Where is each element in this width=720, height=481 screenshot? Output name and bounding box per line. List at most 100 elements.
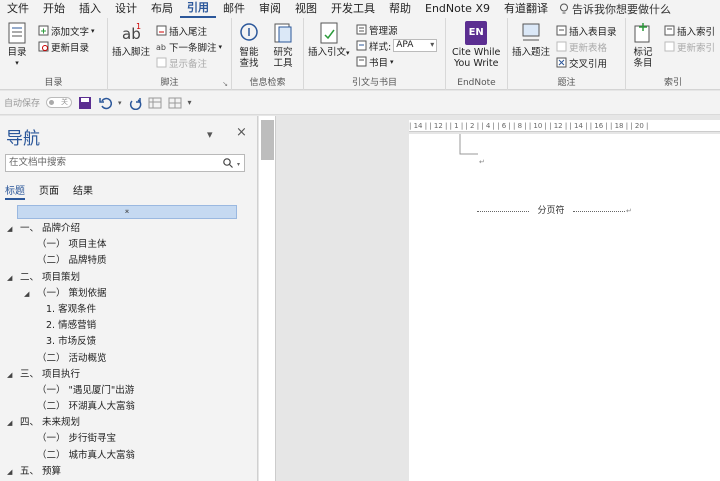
- horizontal-ruler: | 14 | | 12 | | 1 | | 2 | | 4 | | 6 | | …: [409, 120, 720, 132]
- group-label-footnotes: 脚注: [160, 78, 179, 88]
- next-footnote-button[interactable]: ab 下一条脚注 ▾: [156, 40, 222, 54]
- outline-item[interactable]: 1. 客观条件: [0, 302, 257, 318]
- outline-item[interactable]: ◢ 四、 未来规划: [0, 415, 257, 431]
- group-label-endnote: EndNote: [457, 78, 496, 88]
- smart-lookup-button[interactable]: 智能 查找: [238, 21, 260, 69]
- outline-item-label: 二、 项目策划: [20, 271, 81, 283]
- outline-item[interactable]: （二） 城市真人大富翁: [0, 448, 257, 464]
- mark-entry-button[interactable]: 标记 条目: [632, 21, 654, 69]
- tab-9[interactable]: 开发工具: [324, 0, 382, 18]
- toc-button[interactable]: 目录 ▾: [6, 21, 28, 69]
- redo-icon[interactable]: [128, 96, 142, 110]
- outline-item[interactable]: 2. 情感营销: [0, 318, 257, 334]
- outline-item-label: 一、 品牌介绍: [20, 223, 81, 234]
- insert-index-button[interactable]: 插入索引: [664, 24, 715, 38]
- expand-triangle-icon[interactable]: ◢: [7, 415, 12, 431]
- tab-0[interactable]: 文件: [0, 0, 36, 18]
- outline-item[interactable]: （一） 步行街寻宝: [0, 431, 257, 447]
- insert-citation-button[interactable]: 插入引文▾: [308, 21, 350, 59]
- outline-item[interactable]: ◢ 二、 项目策划: [0, 270, 257, 286]
- heading-outline: ◢ 一、 品牌介绍 （一） 项目主体 （二） 品牌特质 ◢ 二、 项目策划 ◢ （一） 策划依…: [0, 221, 257, 480]
- tab-10[interactable]: 帮助: [382, 0, 418, 18]
- update-toc-button[interactable]: 更新目录: [38, 40, 89, 54]
- customize-toolbar-icon[interactable]: ▾: [188, 98, 192, 107]
- show-notes-icon: [156, 57, 167, 68]
- undo-icon[interactable]: [98, 96, 113, 110]
- tab-12[interactable]: 有道翻译: [497, 0, 555, 18]
- nav-tab-headings[interactable]: 标题: [5, 182, 25, 200]
- tab-2[interactable]: 插入: [72, 0, 108, 18]
- document-area: | 14 | | 12 | | 1 | | 2 | | 4 | | 6 | | …: [259, 116, 720, 481]
- group-label-index: 索引: [663, 78, 682, 88]
- selected-heading[interactable]: ⌅: [17, 205, 237, 219]
- update-index-button[interactable]: 更新索引: [664, 40, 715, 54]
- expand-triangle-icon[interactable]: ◢: [7, 464, 12, 480]
- tab-3[interactable]: 设计: [108, 0, 144, 18]
- vertical-ruler: [259, 116, 276, 481]
- nav-options-icon[interactable]: ▾: [207, 128, 213, 141]
- insert-endnote-button[interactable]: 插入尾注: [156, 24, 207, 38]
- outline-item[interactable]: （二） 活动概览: [0, 351, 257, 367]
- group-captions: 插入题注 插入表目录 更新表格 交叉引用 题注: [508, 18, 626, 90]
- bibliography-button[interactable]: 书目 ▾: [356, 55, 394, 69]
- update-table-button[interactable]: 更新表格: [556, 40, 607, 54]
- outline-item[interactable]: （一） 项目主体: [0, 237, 257, 253]
- tab-11[interactable]: EndNote X9: [418, 0, 497, 18]
- cite-while-you-write-button[interactable]: EN Cite While You Write: [452, 21, 500, 69]
- mark-entry-icon: [634, 23, 650, 43]
- nav-tab-pages[interactable]: 页面: [39, 182, 59, 200]
- outline-item-label: 五、 预算: [20, 465, 62, 477]
- tab-6[interactable]: 邮件: [216, 0, 252, 18]
- document-page[interactable]: ↵ 分页符 ↵: [409, 134, 720, 481]
- nav-tab-results[interactable]: 结果: [73, 182, 93, 200]
- nav-tabs: 标题 页面 结果: [5, 182, 93, 200]
- insert-caption-button[interactable]: 插入题注: [512, 21, 550, 58]
- tab-1[interactable]: 开始: [36, 0, 72, 18]
- manage-sources-button[interactable]: 管理源: [356, 23, 398, 37]
- expand-triangle-icon[interactable]: ◢: [7, 270, 12, 286]
- outline-item[interactable]: ◢ 五、 预算: [0, 464, 257, 480]
- show-notes-button[interactable]: 显示备注: [156, 56, 207, 70]
- outline-item[interactable]: ◢ 三、 项目执行: [0, 367, 257, 383]
- tab-8[interactable]: 视图: [288, 0, 324, 18]
- expand-triangle-icon[interactable]: ◢: [7, 221, 12, 237]
- quick-access-toolbar: 自动保存 关 ▾ ▾: [0, 91, 720, 115]
- outline-item[interactable]: ◢ （一） 策划依据: [0, 286, 257, 302]
- save-icon[interactable]: [78, 96, 92, 110]
- table-icon[interactable]: [148, 96, 162, 110]
- expand-triangle-icon[interactable]: ◢: [7, 367, 12, 383]
- undo-dropdown-icon[interactable]: ▾: [118, 99, 122, 107]
- group-endnote: EN Cite While You Write EndNote: [446, 18, 508, 90]
- navigation-pane: 导航 ▾ × 在文档中搜索 ▾ 标题 页面 结果 ⌅ ◢ 一、 品牌介绍 （一） 项…: [0, 116, 258, 481]
- cross-reference-button[interactable]: 交叉引用: [556, 56, 607, 70]
- outline-item[interactable]: （一） "遇见厦门"出游: [0, 383, 257, 399]
- expand-triangle-icon[interactable]: ◢: [24, 286, 29, 302]
- style-dropdown[interactable]: APA: [393, 39, 438, 52]
- close-icon[interactable]: ×: [236, 125, 247, 140]
- smart-lookup-icon: [240, 23, 258, 41]
- researcher-button[interactable]: 研究 工具: [272, 21, 294, 69]
- grid-icon[interactable]: [168, 96, 182, 110]
- researcher-icon: [274, 23, 292, 43]
- search-input[interactable]: 在文档中搜索 ▾: [5, 154, 245, 172]
- svg-text:ab: ab: [156, 43, 166, 52]
- outline-item[interactable]: ◢ 一、 品牌介绍: [0, 221, 257, 237]
- collapse-icon[interactable]: ⌅: [124, 206, 131, 215]
- dialog-launcher-icon[interactable]: ↘: [222, 80, 228, 88]
- add-text-button[interactable]: 添加文字 ▾: [38, 24, 95, 38]
- style-select[interactable]: 样式: APA: [356, 39, 438, 53]
- outline-item[interactable]: 3. 市场反馈: [0, 334, 257, 350]
- insert-footnote-button[interactable]: ab 1 插入脚注: [112, 21, 150, 58]
- insert-table-of-figures-button[interactable]: 插入表目录: [556, 24, 617, 38]
- tab-4[interactable]: 布局: [144, 0, 180, 18]
- outline-item[interactable]: （二） 环湖真人大富翁: [0, 399, 257, 415]
- tell-me-search[interactable]: 告诉我你想要做什么: [559, 1, 671, 17]
- tab-5[interactable]: 引用: [180, 0, 216, 18]
- outline-item-label: 四、 未来规划: [20, 417, 81, 429]
- outline-item-label: 3. 市场反馈: [46, 336, 97, 348]
- autosave-toggle[interactable]: 关: [46, 97, 73, 108]
- search-icon[interactable]: ▾: [222, 157, 240, 175]
- outline-item[interactable]: （二） 品牌特质: [0, 253, 257, 269]
- tab-7[interactable]: 审阅: [252, 0, 288, 18]
- outline-item-label: （二） 城市真人大富翁: [37, 449, 136, 461]
